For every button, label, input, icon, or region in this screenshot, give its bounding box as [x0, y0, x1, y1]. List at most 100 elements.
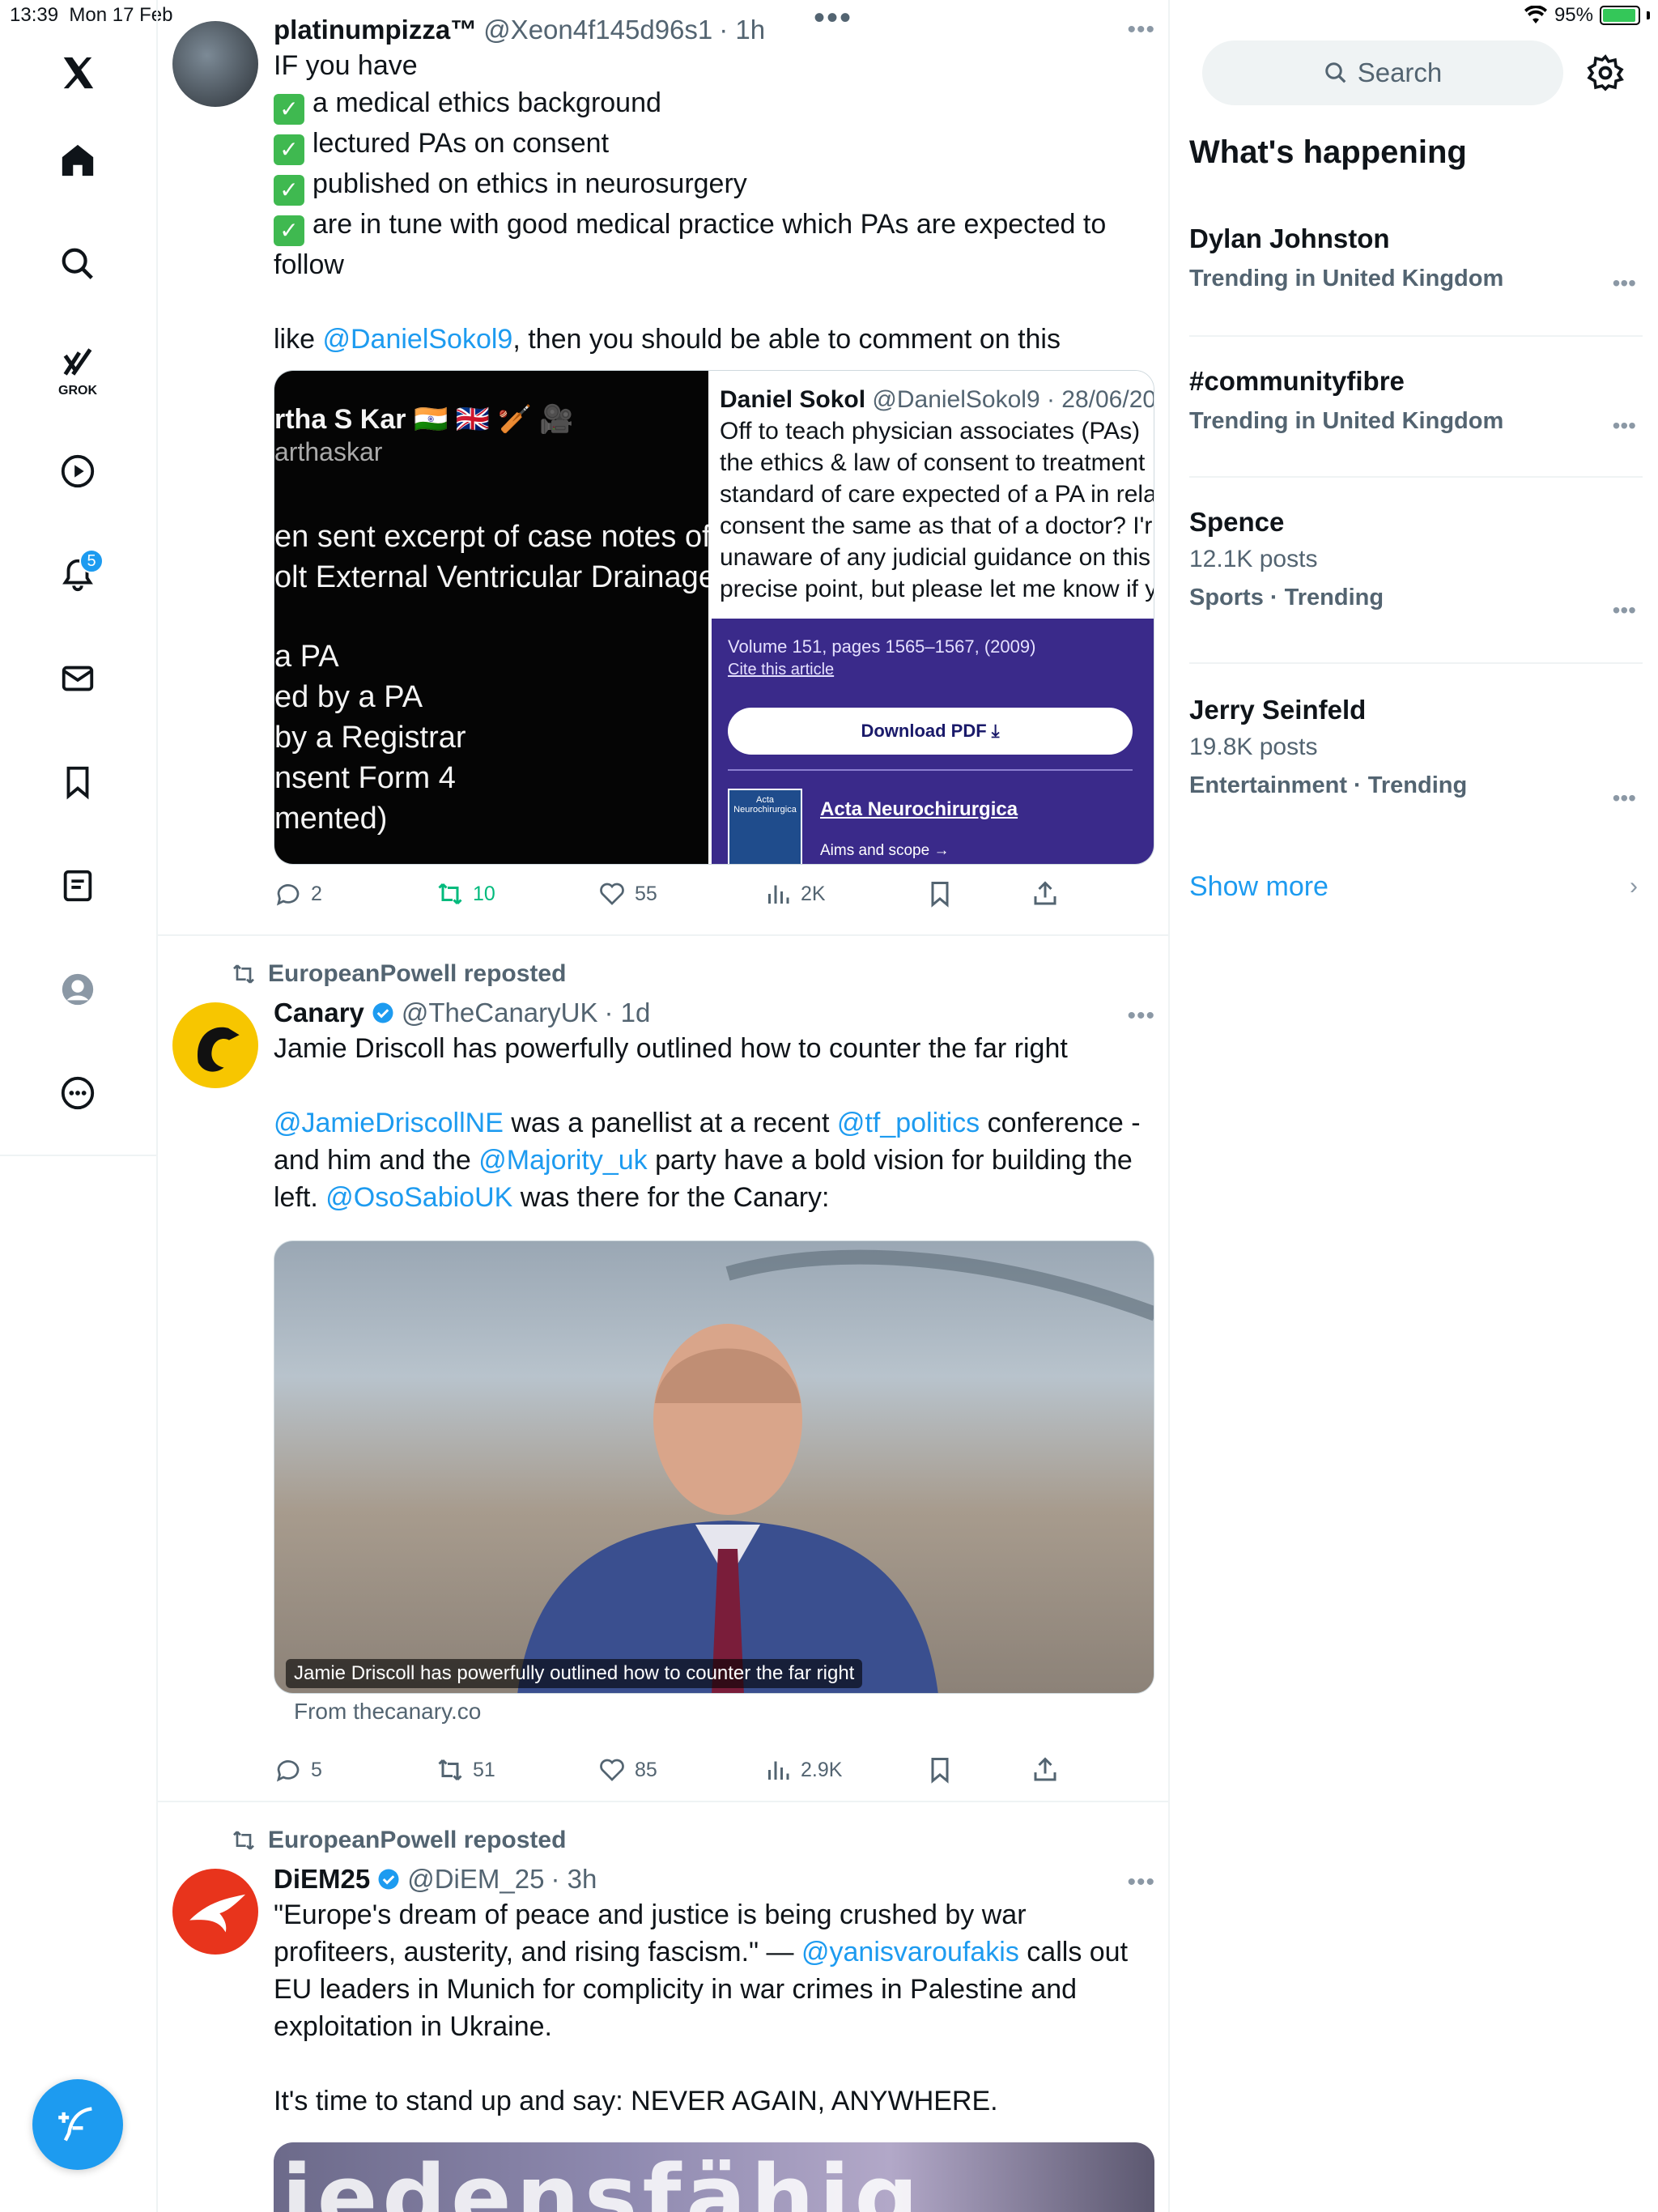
tweet[interactable]: EuropeanPowell reposted ••• DiEM25 @DiEM…: [158, 1804, 1168, 2212]
journal-volume: Volume 151, pages 1565–1567, (2009): [728, 636, 1036, 657]
check-mark-icon: ✓: [274, 215, 304, 246]
bookmark-button[interactable]: [925, 1755, 1031, 1784]
avatar[interactable]: [172, 21, 258, 107]
profile-icon[interactable]: [42, 954, 113, 1025]
like-button[interactable]: 85: [597, 1755, 763, 1784]
repost-indicator: EuropeanPowell reposted: [231, 1827, 566, 1854]
aims-link: Aims and scope →: [820, 842, 950, 859]
tweet-time[interactable]: · 3h: [551, 1864, 597, 1895]
mention-link[interactable]: @Majority_uk: [478, 1145, 647, 1176]
trend-item[interactable]: Jerry Seinfeld 19.8K posts Entertainment…: [1189, 695, 1643, 810]
tweet[interactable]: ••• platinumpizza™ @Xeon4f145d96s1 · 1h I…: [158, 0, 1168, 936]
share-icon: [1034, 881, 1056, 905]
tweet-text-line: conference -: [980, 1108, 1141, 1138]
tweet-text-line: follow: [274, 249, 344, 280]
diem25-logo-icon: [189, 1894, 246, 1933]
author-name[interactable]: DiEM25: [274, 1864, 370, 1895]
more-icon[interactable]: [42, 1057, 113, 1129]
x-logo-icon[interactable]: [42, 37, 113, 108]
video-icon[interactable]: [42, 436, 113, 507]
tweet[interactable]: EuropeanPowell reposted ••• Canary @TheC…: [158, 938, 1168, 1802]
avatar[interactable]: [172, 1002, 258, 1088]
tweet-media[interactable]: rtha S Kar 🇮🇳 🇬🇧 🏏 🎥 arthaskar en sent e…: [274, 370, 1154, 865]
tweet-text-line: IF you have: [274, 50, 418, 81]
home-icon[interactable]: [42, 125, 113, 196]
bookmarks-icon[interactable]: [42, 747, 113, 818]
author-handle[interactable]: @DiEM_25: [407, 1864, 544, 1895]
tweet-text-line: left.: [274, 1182, 326, 1213]
tweet-text-line: lectured PAs on consent: [312, 128, 610, 159]
tweet-time[interactable]: · 1d: [604, 998, 650, 1028]
journal-card: Volume 151, pages 1565–1567, (2009) Cite…: [712, 619, 1154, 864]
screenshot-line: nsent Form 4: [274, 761, 456, 795]
repost-icon: [438, 883, 462, 905]
reposted-by-label[interactable]: EuropeanPowell reposted: [268, 960, 566, 988]
author-name[interactable]: platinumpizza™: [274, 15, 477, 45]
trend-more-icon[interactable]: •••: [1613, 413, 1636, 439]
tweet-text-line: , then you should be able to comment on …: [512, 324, 1061, 355]
repost-button[interactable]: 51: [436, 1755, 597, 1784]
bookmark-icon: [931, 882, 949, 908]
trend-item[interactable]: #communityfibre Trending in United Kingd…: [1189, 366, 1643, 438]
repost-button[interactable]: 10: [436, 879, 597, 908]
lists-icon[interactable]: [42, 850, 113, 921]
trend-more-icon[interactable]: •••: [1613, 785, 1636, 811]
tweet-content: Canary @TheCanaryUK · 1d Jamie Driscoll h…: [274, 998, 1148, 1216]
tweet-text-line: It's time to stand up and say: NEVER AGA…: [274, 2086, 998, 2116]
reply-button[interactable]: 5: [274, 1755, 436, 1784]
share-button[interactable]: [1031, 879, 1060, 908]
notifications-icon[interactable]: 5: [42, 539, 113, 610]
author-name[interactable]: Canary: [274, 998, 364, 1028]
compose-button[interactable]: [32, 2079, 123, 2170]
avatar[interactable]: [172, 1869, 258, 1955]
trend-item[interactable]: Dylan Johnston Trending in United Kingdo…: [1189, 223, 1643, 296]
author-handle[interactable]: @Xeon4f145d96s1: [483, 15, 712, 45]
quoted-line: Off to teach physician associates (PAs): [720, 418, 1141, 445]
trend-post-count: 12.1K posts: [1189, 546, 1318, 572]
mention-link[interactable]: @JamieDriscollNE: [274, 1108, 504, 1138]
author-handle[interactable]: @TheCanaryUK: [402, 998, 598, 1028]
mention-link[interactable]: @OsoSabioUK: [325, 1182, 512, 1213]
trend-item[interactable]: Spence 12.1K posts Sports · Trending •••: [1189, 507, 1643, 623]
screenshot-line: mented): [274, 802, 388, 836]
screenshot-line: olt External Ventricular Drainage": [274, 560, 708, 594]
tweet-image[interactable]: iedensfähig: [274, 2142, 1154, 2212]
reposted-by-label[interactable]: EuropeanPowell reposted: [268, 1827, 566, 1854]
divider: [1189, 335, 1643, 337]
status-time: 13:39 Mon 17 Feb: [10, 4, 172, 27]
check-mark-icon: ✓: [274, 94, 304, 125]
divider: [728, 769, 1133, 771]
tweet-text-line: was there for the Canary:: [512, 1182, 830, 1213]
link-card-caption: Jamie Driscoll has powerfully outlined h…: [286, 1659, 863, 1688]
left-nav: GROK 5: [0, 29, 156, 1156]
search-icon[interactable]: [42, 228, 113, 300]
trend-post-count: 19.8K posts: [1189, 734, 1318, 760]
mention-link[interactable]: @DanielSokol9: [322, 324, 512, 355]
like-button[interactable]: 55: [597, 879, 763, 908]
views-button[interactable]: 2K: [763, 879, 925, 908]
messages-icon[interactable]: [42, 643, 113, 714]
quoted-line: unaware of any judicial guidance on this: [720, 544, 1151, 571]
link-source[interactable]: From thecanary.co: [294, 1699, 481, 1725]
repost-icon: [233, 964, 254, 984]
mention-link[interactable]: @yanisvaroufakis: [801, 1937, 1019, 1967]
grok-icon[interactable]: GROK: [42, 332, 113, 403]
mention-link[interactable]: @tf_politics: [837, 1108, 980, 1138]
bookmark-button[interactable]: [925, 879, 1031, 908]
share-button[interactable]: [1031, 1755, 1060, 1784]
trend-more-icon[interactable]: •••: [1613, 598, 1636, 623]
views-button[interactable]: 2.9K: [763, 1755, 925, 1784]
search-input[interactable]: Search: [1202, 40, 1563, 105]
person-photo: [517, 1249, 1154, 1693]
settings-gear-icon[interactable]: [1586, 53, 1625, 92]
verified-badge-icon: [372, 1002, 393, 1023]
link-card-image[interactable]: Jamie Driscoll has powerfully outlined h…: [274, 1240, 1154, 1694]
trend-more-icon[interactable]: •••: [1613, 270, 1636, 296]
reply-button[interactable]: 2: [274, 879, 436, 908]
tweet-time[interactable]: · 1h: [719, 15, 765, 45]
show-more-link[interactable]: Show more: [1189, 871, 1329, 903]
views-icon: [768, 1761, 789, 1780]
tweet-content: platinumpizza™ @Xeon4f145d96s1 · 1h IF yo…: [274, 15, 1148, 358]
trend-name: #communityfibre: [1189, 366, 1405, 396]
quoted-handle: @DanielSokol9 · 28/06/20: [872, 386, 1154, 413]
